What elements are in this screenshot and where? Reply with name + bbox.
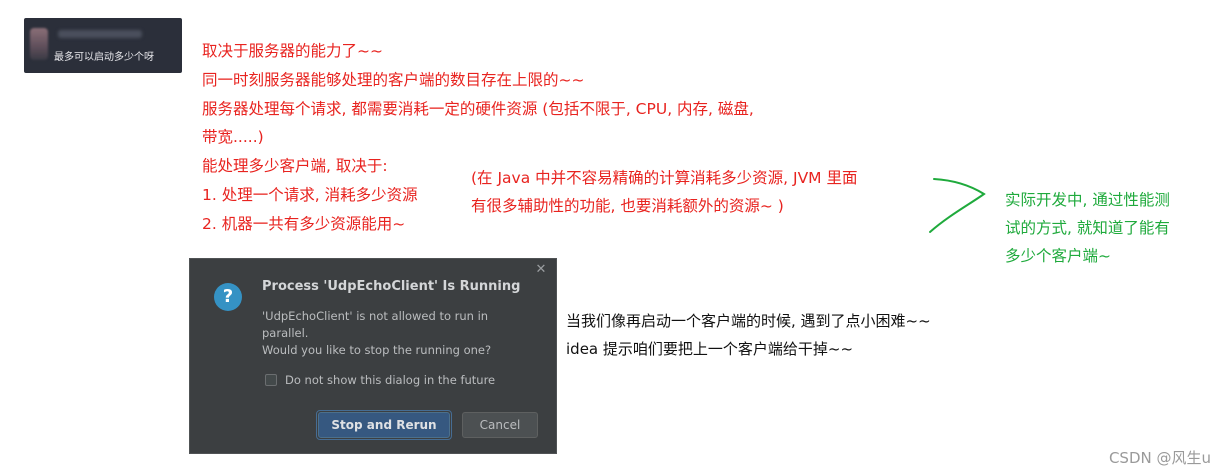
dialog-message-line-1: 'UdpEchoClient' is not allowed to run in <box>262 309 489 323</box>
do-not-show-checkbox[interactable]: Do not show this dialog in the future <box>265 373 495 387</box>
red-line-4: 带宽.....) <box>202 128 264 147</box>
process-running-dialog: ✕ ? Process 'UdpEchoClient' Is Running '… <box>189 258 557 454</box>
csdn-watermark: CSDN @风生u <box>1108 449 1211 467</box>
green-annotation: 实际开发中, 通过性能测 试的方式, 就知道了能有 多少个客户端~ <box>1005 186 1170 270</box>
question-icon: ? <box>214 283 242 311</box>
stop-and-rerun-button[interactable]: Stop and Rerun <box>316 410 452 440</box>
black-annotation: 当我们像再启动一个客户端的时候, 遇到了点小困难~~ idea 提示咱们要把上一… <box>566 307 931 363</box>
red-line-1: 取决于服务器的能力了~~ <box>202 42 383 60</box>
red-note-line-2: 有很多辅助性的功能, 也要消耗额外的资源~ ) <box>471 197 784 215</box>
cancel-button[interactable]: Cancel <box>462 412 538 438</box>
blurred-avatar <box>30 28 48 60</box>
green-line-1: 实际开发中, 通过性能测 <box>1005 191 1170 209</box>
checkbox-box[interactable] <box>265 374 277 386</box>
dialog-message-line-2: parallel. <box>262 326 309 340</box>
black-line-2: idea 提示咱们要把上一个客户端给干掉~~ <box>566 340 854 358</box>
green-line-3: 多少个客户端~ <box>1005 247 1111 265</box>
red-java-note: (在 Java 中并不容易精确的计算消耗多少资源, JVM 里面 有很多辅助性的… <box>471 164 857 220</box>
close-icon[interactable]: ✕ <box>534 263 548 277</box>
dialog-message-line-3: Would you like to stop the running one? <box>262 343 492 357</box>
dialog-title: Process 'UdpEchoClient' Is Running <box>262 279 521 294</box>
blurred-username <box>58 30 142 38</box>
chat-message-text: 最多可以启动多少个呀 <box>54 52 154 63</box>
green-arrow-icon <box>929 178 986 233</box>
checkbox-label[interactable]: Do not show this dialog in the future <box>285 373 495 387</box>
red-line-3: 服务器处理每个请求, 都需要消耗一定的硬件资源 (包括不限于, CPU, 内存,… <box>202 99 754 118</box>
black-line-1: 当我们像再启动一个客户端的时候, 遇到了点小困难~~ <box>566 312 931 330</box>
red-note-line-1: (在 Java 中并不容易精确的计算消耗多少资源, JVM 里面 <box>471 169 858 187</box>
dialog-message: 'UdpEchoClient' is not allowed to run in… <box>262 308 532 359</box>
green-line-2: 试的方式, 就知道了能有 <box>1005 219 1170 237</box>
chat-message-screenshot: 最多可以启动多少个呀 <box>24 18 182 73</box>
red-line-2: 同一时刻服务器能够处理的客户端的数目存在上限的~~ <box>202 70 585 89</box>
